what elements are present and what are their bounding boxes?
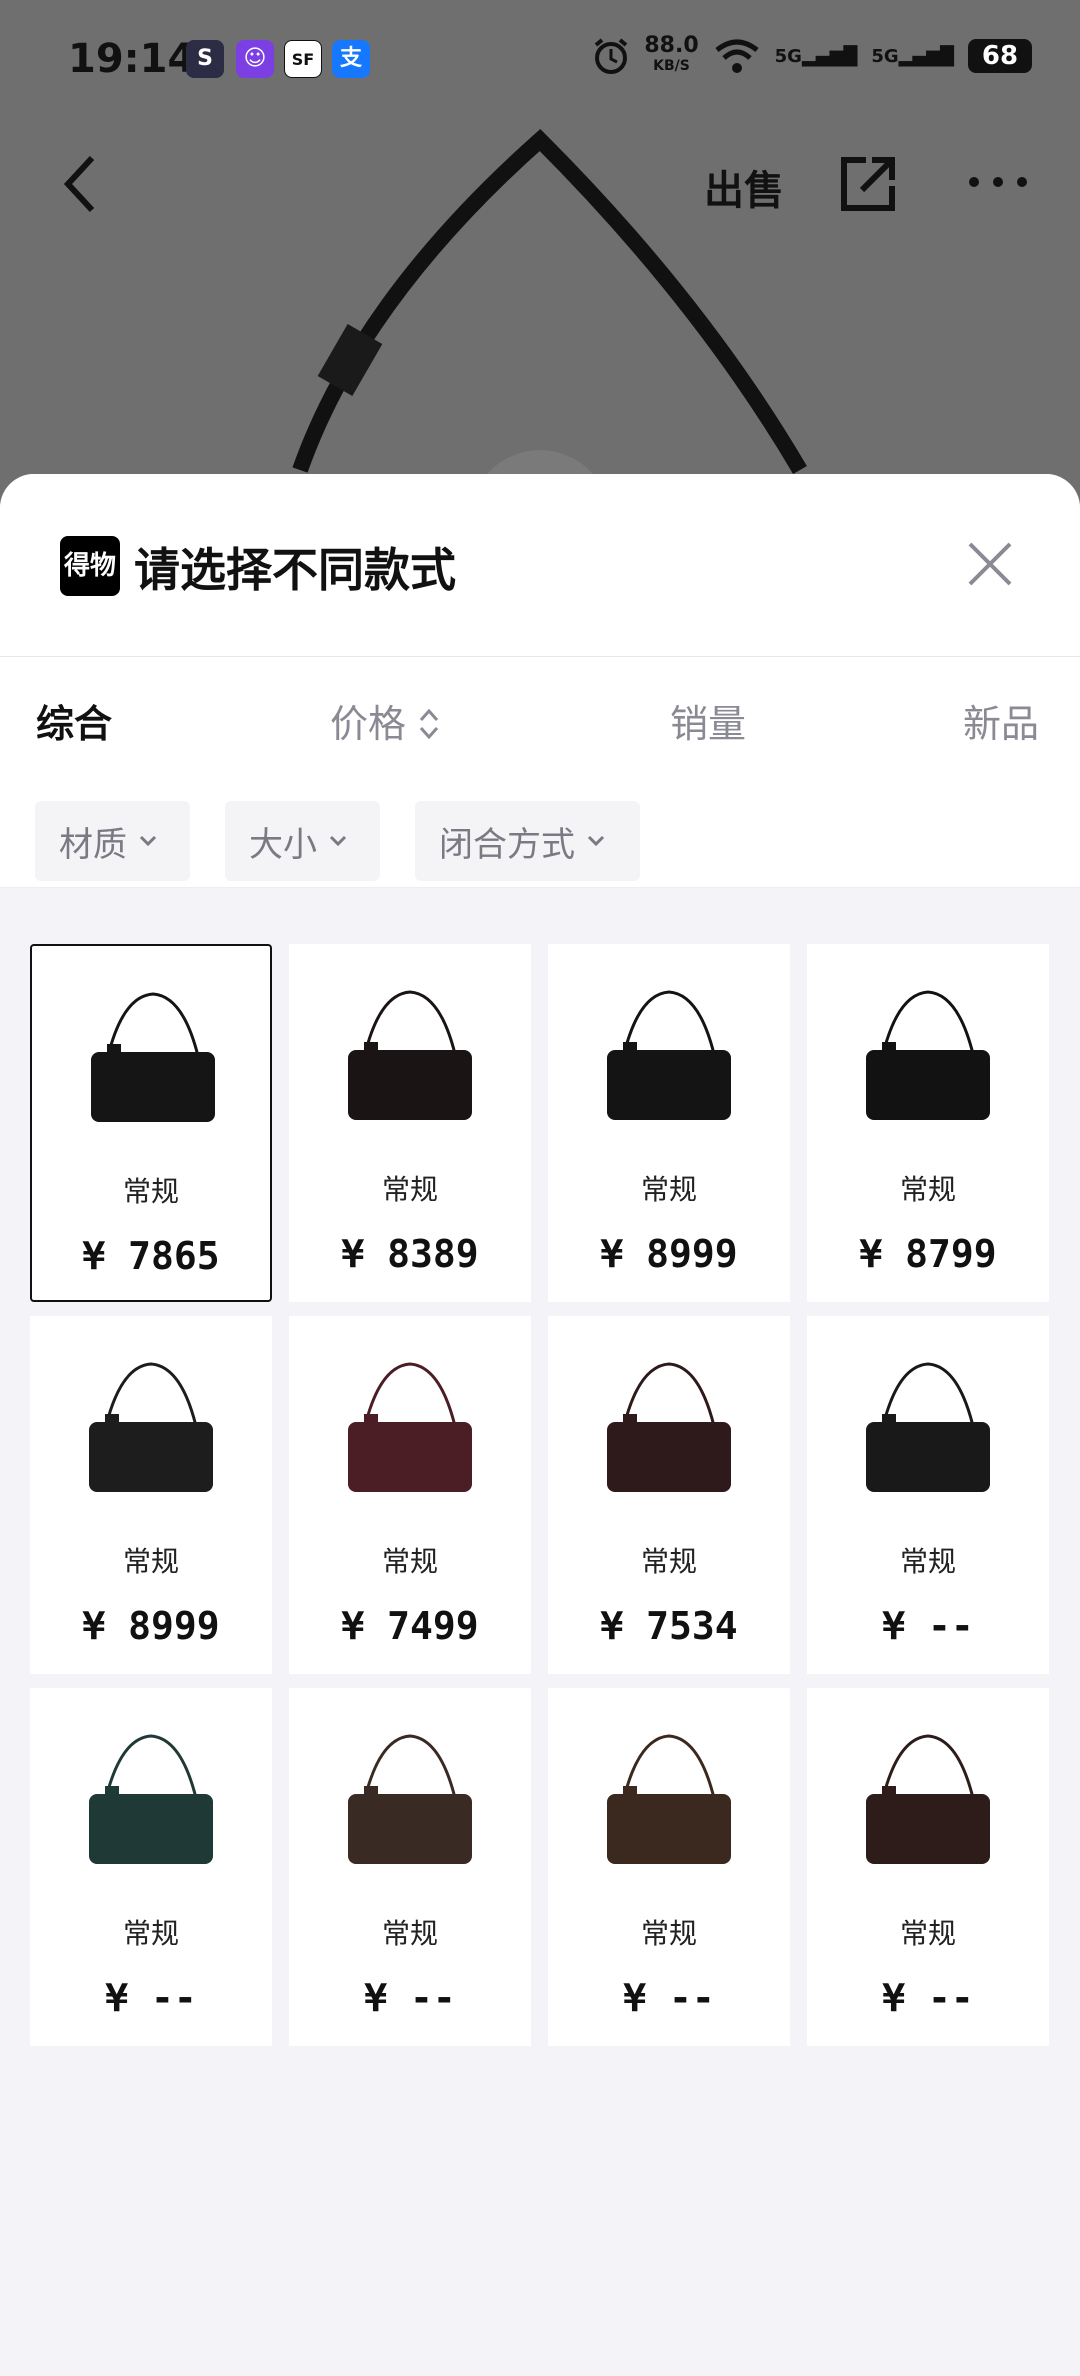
sheet-header: 得物 请选择不同款式 bbox=[0, 474, 1080, 657]
product-price: ¥ -- bbox=[364, 1976, 456, 2020]
product-spec: 常规 bbox=[381, 1917, 438, 1950]
product-card[interactable]: 常规 ¥ -- bbox=[30, 1688, 272, 2046]
signal-5g-2: 5G▂▄▆█ bbox=[871, 45, 954, 67]
product-card[interactable]: 常规 ¥ 8999 bbox=[548, 944, 790, 1302]
product-card[interactable]: 常规 ¥ 7865 bbox=[30, 944, 272, 1302]
filter-material[interactable]: 材质 bbox=[35, 801, 190, 881]
sort-tab-price[interactable]: 价格 bbox=[330, 693, 440, 748]
more-dots-icon bbox=[969, 177, 1027, 187]
product-spec: 常规 bbox=[640, 1173, 697, 1206]
signal-5g-1: 5G▂▄▆█ bbox=[774, 45, 858, 67]
product-price: ¥ -- bbox=[105, 1976, 197, 2020]
handbag-image bbox=[607, 1362, 731, 1492]
close-button[interactable] bbox=[966, 540, 1014, 592]
handbag-image bbox=[866, 1362, 990, 1492]
alipay-icon: 支 bbox=[332, 40, 370, 78]
alarm-icon bbox=[595, 38, 628, 74]
handbag-image bbox=[348, 1362, 472, 1492]
product-price: ¥ -- bbox=[623, 1976, 715, 2020]
product-price: ¥ 8999 bbox=[600, 1232, 738, 1276]
product-price: ¥ 8389 bbox=[341, 1232, 479, 1276]
product-card[interactable]: 常规 ¥ -- bbox=[289, 1688, 531, 2046]
product-card[interactable]: 常规 ¥ 8999 bbox=[30, 1316, 272, 1674]
product-spec: 常规 bbox=[899, 1173, 956, 1206]
back-button[interactable] bbox=[60, 154, 100, 218]
close-icon bbox=[968, 542, 1012, 586]
status-time: 19:14 bbox=[68, 36, 196, 82]
sort-tab-sales[interactable]: 销量 bbox=[670, 693, 746, 748]
product-price: ¥ 8799 bbox=[859, 1232, 997, 1276]
sheet-title: 请选择不同款式 bbox=[134, 543, 456, 597]
filter-bar: 材质 大小 闭合方式 bbox=[0, 777, 1080, 888]
handbag-image bbox=[89, 1734, 213, 1864]
status-bar: 19:14 S ☺ SF 支 88.0 KB/S 5G▂▄▆█ 5G▂▄▆█ 68 bbox=[0, 0, 1080, 120]
product-card[interactable]: 常规 ¥ -- bbox=[807, 1316, 1049, 1674]
share-button[interactable] bbox=[838, 154, 898, 218]
chevron-down-icon bbox=[329, 835, 347, 847]
sort-bar: 综合 价格 销量 新品 bbox=[0, 657, 1080, 777]
sf-express-icon: SF bbox=[284, 40, 322, 78]
product-card[interactable]: 常规 ¥ 7534 bbox=[548, 1316, 790, 1674]
sell-button[interactable]: 出售 bbox=[704, 158, 784, 216]
dewu-logo: 得物 bbox=[60, 536, 120, 596]
handbag-image bbox=[348, 990, 472, 1120]
share-icon bbox=[841, 157, 895, 211]
product-price: ¥ 8999 bbox=[82, 1604, 220, 1648]
handbag-image bbox=[91, 992, 215, 1122]
handbag-image bbox=[866, 1734, 990, 1864]
product-spec: 常规 bbox=[122, 1917, 179, 1950]
chevron-down-icon bbox=[587, 835, 605, 847]
wifi-icon bbox=[715, 39, 759, 73]
product-spec: 常规 bbox=[122, 1545, 179, 1578]
product-price: ¥ 7534 bbox=[600, 1604, 738, 1648]
product-spec: 常规 bbox=[899, 1917, 956, 1950]
more-button[interactable] bbox=[966, 174, 1030, 194]
product-spec: 常规 bbox=[381, 1173, 438, 1206]
product-card[interactable]: 常规 ¥ -- bbox=[807, 1688, 1049, 2046]
product-spec: 常规 bbox=[381, 1545, 438, 1578]
handbag-image bbox=[89, 1362, 213, 1492]
handbag-image bbox=[348, 1734, 472, 1864]
app-s-icon: S bbox=[186, 40, 224, 78]
product-card[interactable]: 常规 ¥ 8389 bbox=[289, 944, 531, 1302]
chevron-left-icon bbox=[63, 155, 95, 213]
filter-size[interactable]: 大小 bbox=[225, 801, 380, 881]
style-selection-sheet: 得物 请选择不同款式 综合 价格 销量 新品 材质 大小 闭合方式 常规 ¥ 7… bbox=[0, 474, 1080, 2376]
product-spec: 常规 bbox=[899, 1545, 956, 1578]
app-cat-icon: ☺ bbox=[236, 40, 274, 78]
product-card[interactable]: 常规 ¥ 8799 bbox=[807, 944, 1049, 1302]
product-price: ¥ -- bbox=[882, 1604, 974, 1648]
sort-tab-comprehensive[interactable]: 综合 bbox=[36, 693, 112, 748]
product-card[interactable]: 常规 ¥ -- bbox=[548, 1688, 790, 2046]
product-spec: 常规 bbox=[640, 1917, 697, 1950]
handbag-image bbox=[866, 990, 990, 1120]
product-price: ¥ 7865 bbox=[82, 1234, 220, 1278]
sort-updown-icon bbox=[419, 708, 439, 740]
product-price: ¥ 7499 bbox=[341, 1604, 479, 1648]
product-spec: 常规 bbox=[640, 1545, 697, 1578]
chevron-down-icon bbox=[139, 835, 157, 847]
sort-tab-new[interactable]: 新品 bbox=[963, 693, 1039, 748]
battery-indicator: 68 bbox=[968, 39, 1032, 73]
handbag-image bbox=[607, 1734, 731, 1864]
product-card[interactable]: 常规 ¥ 7499 bbox=[289, 1316, 531, 1674]
filter-closure[interactable]: 闭合方式 bbox=[415, 801, 640, 881]
product-topbar: 出售 bbox=[0, 140, 1080, 230]
product-spec: 常规 bbox=[122, 1175, 179, 1208]
product-price: ¥ -- bbox=[882, 1976, 974, 2020]
net-speed: 88.0 KB/S bbox=[644, 33, 699, 75]
handbag-image bbox=[607, 990, 731, 1120]
